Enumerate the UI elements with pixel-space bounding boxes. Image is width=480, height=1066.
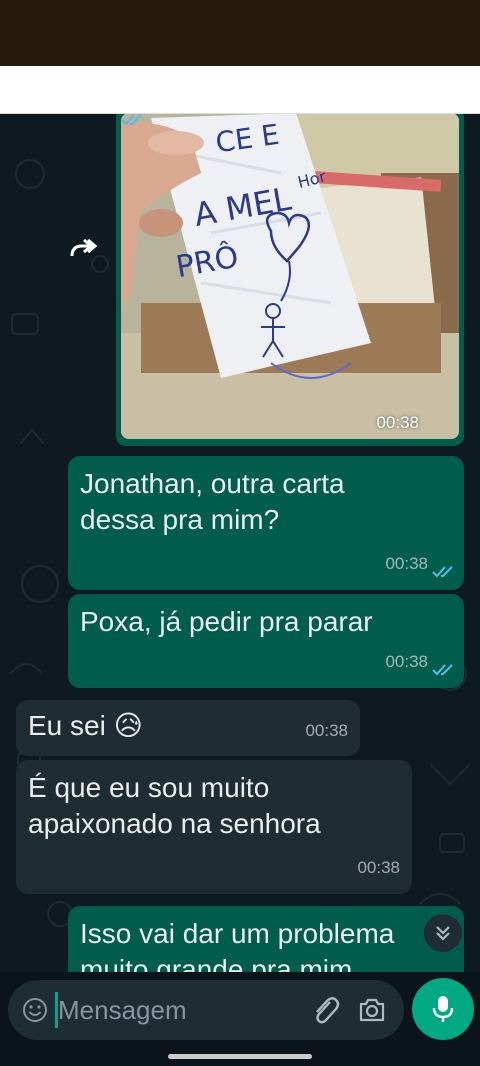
camera-icon[interactable] [358, 996, 386, 1024]
home-indicator[interactable] [168, 1054, 312, 1059]
top-strip [0, 66, 480, 114]
message-bubble-incoming[interactable]: É que eu sou muito apaixonado na senhora… [16, 760, 412, 894]
photo-handwritten-note[interactable]: CE E A MEL Hor PRÔ 00:38 [121, 114, 459, 439]
scroll-to-bottom-button[interactable] [424, 914, 462, 952]
chevron-double-down-icon [436, 926, 450, 941]
message-time: 00:38 [305, 721, 348, 740]
forward-icon[interactable] [66, 234, 98, 262]
status-bar [0, 0, 480, 66]
message-time: 00:38 [385, 652, 428, 671]
message-bubble-incoming[interactable]: Eu sei 😥 00:38 [16, 700, 360, 756]
double-check-icon [432, 664, 453, 676]
message-text: Eu sei 😥 [28, 710, 143, 741]
attach-icon[interactable] [310, 994, 340, 1026]
message-time: 00:38 [357, 858, 400, 877]
message-text: Isso vai dar um problema muito grande pr… [80, 918, 395, 972]
double-check-icon [432, 566, 453, 578]
message-input[interactable] [58, 990, 298, 1030]
voice-message-button[interactable] [412, 978, 474, 1040]
note-photo-image: CE E A MEL Hor PRÔ [121, 114, 459, 439]
message-text: É que eu sou muito apaixonado na senhora [28, 772, 321, 839]
chat-area[interactable]: CE E A MEL Hor PRÔ 00:38 Jonathan, outra… [0, 114, 480, 972]
image-message-time: 00:38 [376, 413, 419, 432]
message-text: Jonathan, outra carta dessa pra mim? [80, 468, 345, 535]
image-message[interactable]: CE E A MEL Hor PRÔ 00:38 [116, 114, 464, 446]
message-text: Poxa, já pedir pra parar [80, 606, 373, 637]
message-composer[interactable] [8, 980, 404, 1040]
message-time: 00:38 [385, 554, 428, 573]
mic-icon [432, 996, 454, 1022]
double-check-icon [121, 114, 142, 126]
message-bubble-outgoing[interactable]: Poxa, já pedir pra parar 00:38 [68, 594, 464, 688]
message-bubble-outgoing[interactable]: Jonathan, outra carta dessa pra mim? 00:… [68, 456, 464, 590]
message-bubble-outgoing[interactable]: Isso vai dar um problema muito grande pr… [68, 906, 464, 972]
emoji-icon[interactable] [22, 997, 48, 1023]
